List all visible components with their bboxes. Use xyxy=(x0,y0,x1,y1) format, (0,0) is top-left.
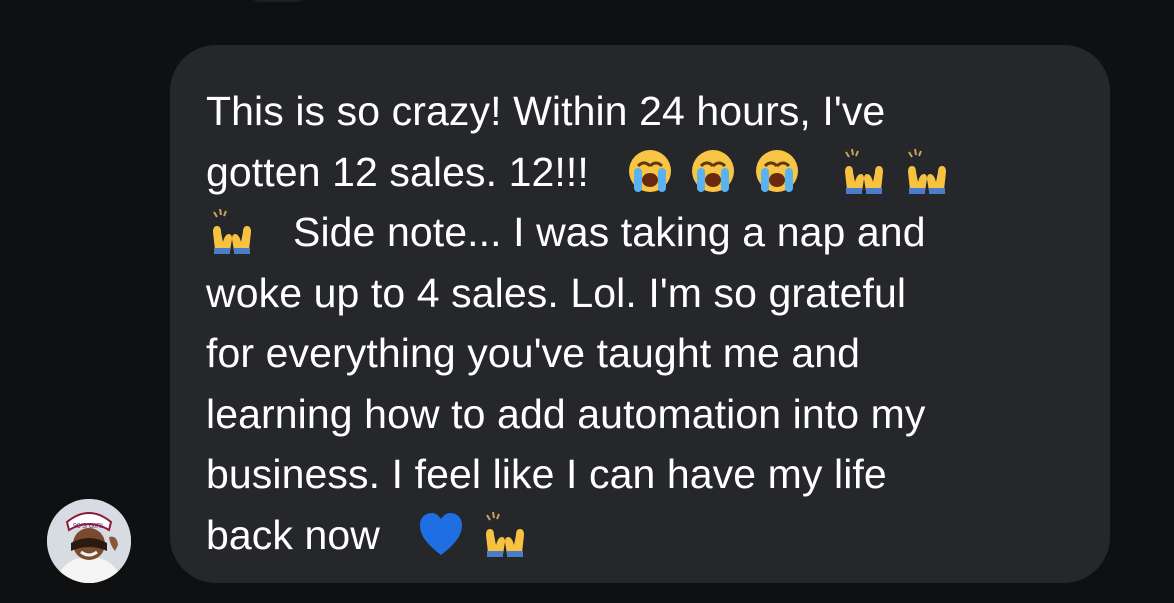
loudly-crying-face-icon xyxy=(689,146,737,196)
message-line-1: This is so crazy! Within 24 hours, I've xyxy=(206,81,1076,142)
chat-screen: This is so crazy! Within 24 hours, I've … xyxy=(0,0,1174,603)
message-line-6-text: learning how to add automation into my xyxy=(206,390,926,437)
previous-message-edge xyxy=(248,0,308,2)
message-line-4-text: woke up to 4 sales. Lol. I'm so grateful xyxy=(206,269,907,316)
raising-hands-icon xyxy=(840,146,888,196)
message-line-6: learning how to add automation into my xyxy=(206,384,1076,445)
message-line-1-text: This is so crazy! Within 24 hours, I've xyxy=(206,88,886,134)
message-line-2-text: gotten 12 sales. 12!!! xyxy=(206,148,589,195)
raising-hands-icon xyxy=(903,146,951,196)
message-line-2: gotten 12 sales. 12!!! xyxy=(206,142,1076,203)
loudly-crying-face-icon xyxy=(626,146,674,196)
message-line-8: back now xyxy=(206,505,1076,566)
message-line-8-text: back now xyxy=(206,511,381,558)
message-line-3-text: Side note... I was taking a nap and xyxy=(293,209,926,255)
message-line-7-text: business. I feel like I can have my life xyxy=(206,451,887,497)
profile-photo-icon: 90'S GIRL xyxy=(47,499,131,583)
loudly-crying-face-icon xyxy=(753,146,801,196)
blue-heart-icon xyxy=(417,509,465,559)
message-text: This is so crazy! Within 24 hours, I've … xyxy=(206,81,1076,565)
message-line-4: woke up to 4 sales. Lol. I'm so grateful xyxy=(206,263,1076,324)
message-line-5: for everything you've taught me and xyxy=(206,323,1076,384)
message-line-7: business. I feel like I can have my life xyxy=(206,444,1076,505)
message-bubble[interactable]: This is so crazy! Within 24 hours, I've … xyxy=(170,45,1110,583)
sender-avatar[interactable]: 90'S GIRL xyxy=(47,499,131,583)
raising-hands-icon xyxy=(208,206,256,256)
svg-text:90'S GIRL: 90'S GIRL xyxy=(73,523,105,530)
message-line-3: Side note... I was taking a nap and xyxy=(206,202,1076,263)
raising-hands-icon xyxy=(481,509,529,559)
message-line-5-text: for everything you've taught me and xyxy=(206,330,861,376)
